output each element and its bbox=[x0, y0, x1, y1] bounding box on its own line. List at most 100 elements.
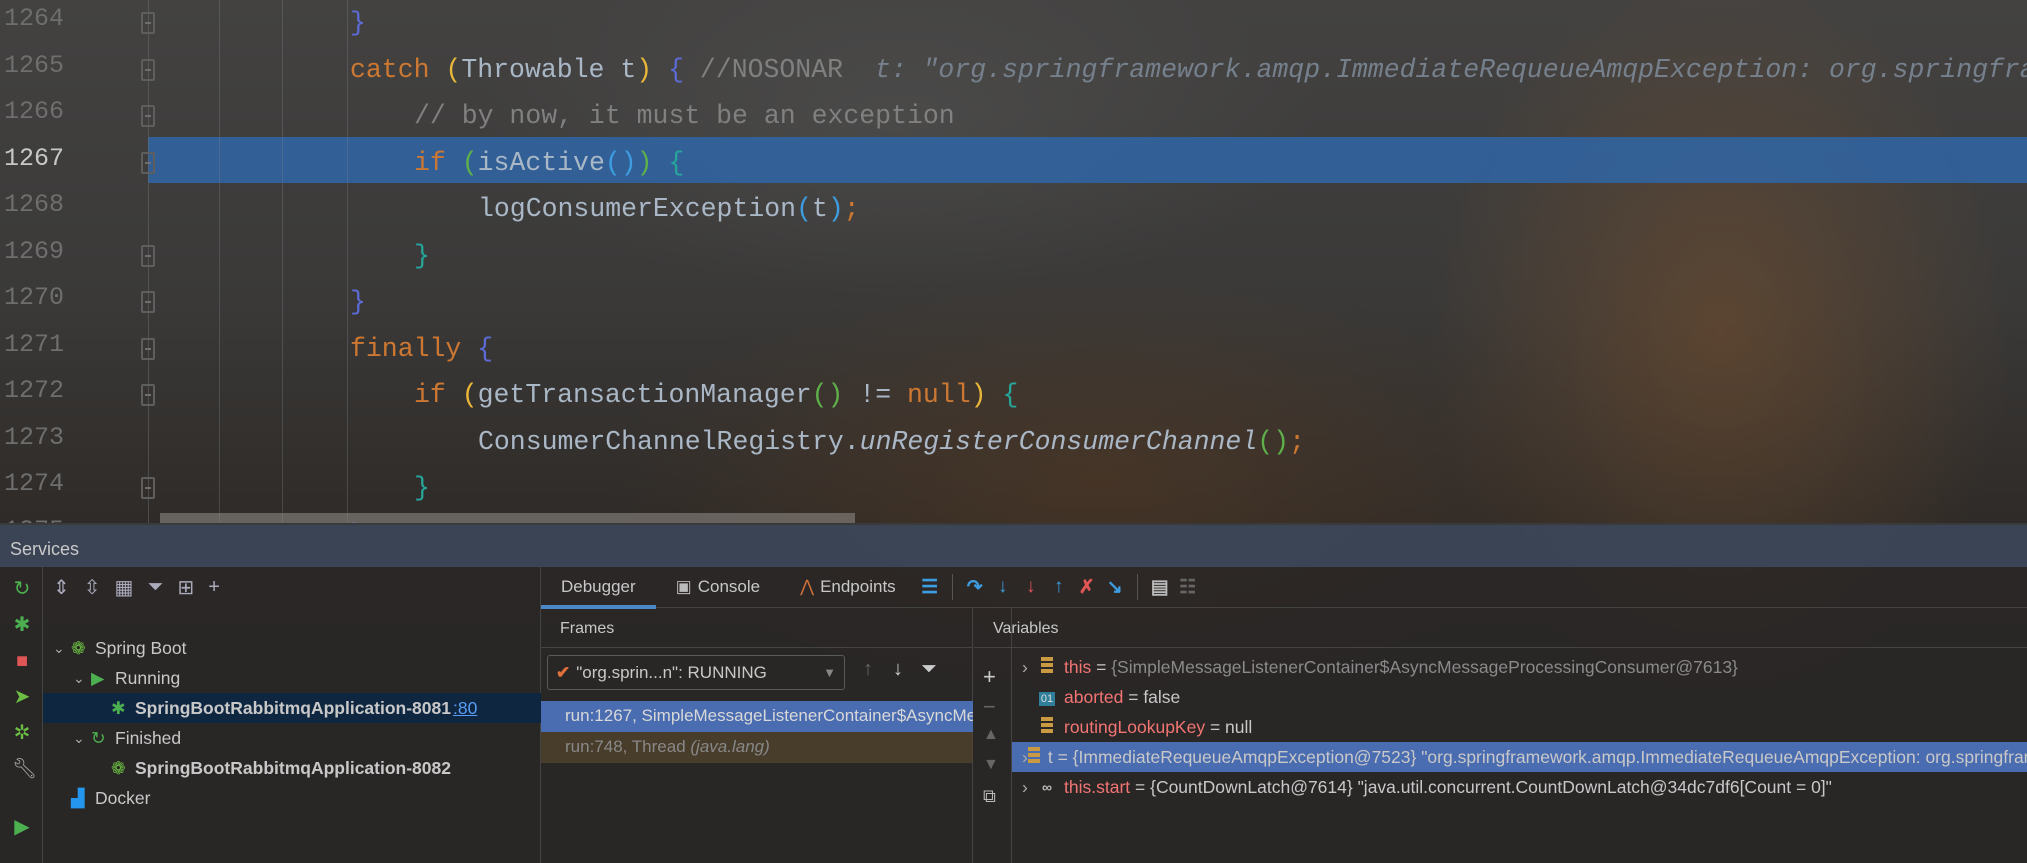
fold-marker-icon[interactable] bbox=[141, 291, 155, 313]
run-spring-icon[interactable]: ➤ bbox=[12, 687, 32, 707]
thread-select[interactable]: ✔ "org.sprin...n": RUNNING ▼ bbox=[547, 655, 845, 690]
code-line: ConsumerChannelRegistry.unRegisterConsum… bbox=[478, 419, 1305, 465]
stop-icon[interactable]: ■ bbox=[12, 651, 32, 671]
force-step-into-icon[interactable]: ↓ bbox=[1017, 576, 1045, 598]
code-token: // by now, it must be an exception bbox=[414, 101, 955, 131]
frame-row[interactable]: run:1267, SimpleMessageListenerContainer… bbox=[541, 701, 973, 732]
add-service-icon[interactable]: + bbox=[208, 576, 220, 599]
fold-marker-icon[interactable] bbox=[141, 477, 155, 499]
tree-item[interactable]: ⌄ ❁ Spring Boot bbox=[43, 633, 541, 663]
trace-icon[interactable]: ☷ bbox=[1174, 576, 1202, 599]
tree-item-label: Docker bbox=[95, 787, 151, 808]
code-token: null bbox=[907, 380, 971, 410]
line-number: 1265 bbox=[4, 50, 65, 80]
code-token: catch bbox=[350, 54, 446, 85]
variable-row[interactable]: › this = {SimpleMessageListenerContainer$… bbox=[1012, 652, 2027, 682]
evaluate-expression-icon[interactable]: ▤ bbox=[1146, 576, 1174, 599]
line-number: 1266 bbox=[4, 97, 65, 126]
chevron-down-icon[interactable]: ⌄ bbox=[53, 640, 71, 657]
expand-all-icon[interactable]: ⇕ bbox=[53, 575, 70, 600]
filter-icon[interactable]: ⏷ bbox=[147, 576, 163, 599]
arrow-up-icon[interactable]: ↑ bbox=[863, 658, 873, 681]
tree-item[interactable]: ⌄ ↻ Finished bbox=[43, 723, 541, 753]
fold-marker-icon[interactable] bbox=[141, 58, 155, 81]
code-editor[interactable]: 1264} 1265 catch (Throwable t) { //NOSONAR… bbox=[0, 0, 2027, 523]
resume-icon[interactable]: ▶ bbox=[12, 817, 32, 837]
variable-row[interactable]: › t = {ImmediateRequeueAmqpException@7523… bbox=[1012, 742, 2027, 772]
variable-value: {SimpleMessageListenerContainer$AsyncMes… bbox=[1111, 656, 1738, 677]
variable-row[interactable]: routingLookupKey = null bbox=[1012, 712, 2027, 742]
frame-text: run:1267, SimpleMessageListenerContainer… bbox=[565, 706, 973, 725]
line-number: 1271 bbox=[4, 329, 65, 359]
variable-row[interactable]: 01 aborted = false bbox=[1012, 682, 2027, 712]
debug-spring-icon[interactable]: ✲ bbox=[12, 723, 32, 743]
port-link[interactable]: :80 bbox=[453, 698, 477, 719]
chevron-right-icon[interactable]: › bbox=[1012, 747, 1028, 768]
services-panel: Services ↻ ✱ ■ ➤ ✲ 🔧︎ ▶ ⇕ ⇳ ▦ ⏷ ⊞ + ⌄ ❁ Sp… bbox=[0, 523, 2027, 863]
rerun-icon[interactable]: ↻ bbox=[12, 579, 32, 599]
layout-icon[interactable]: ☰ bbox=[916, 576, 944, 599]
chevron-down-icon[interactable]: ⌄ bbox=[73, 670, 91, 687]
chevron-down-icon[interactable]: ⌄ bbox=[73, 730, 91, 747]
fold-marker-icon[interactable] bbox=[141, 337, 155, 360]
code-token: isActive bbox=[477, 147, 605, 178]
code-token: ) bbox=[636, 147, 653, 178]
arrow-down-icon[interactable]: ↓ bbox=[893, 658, 903, 681]
run-to-cursor-icon[interactable]: ↘ bbox=[1101, 576, 1129, 599]
tab-endpoints[interactable]: ⋀ Endpoints bbox=[780, 567, 916, 608]
code-token: { bbox=[477, 333, 494, 364]
code-token: t: "org.springframework.amqp.ImmediateRe… bbox=[874, 54, 2027, 85]
line-number: 1269 bbox=[4, 236, 65, 266]
step-into-icon[interactable]: ↓ bbox=[989, 576, 1017, 598]
frame-row[interactable]: run:748, Thread (java.lang) bbox=[541, 732, 973, 763]
code-token: finally bbox=[350, 333, 478, 364]
group-by-icon[interactable]: ▦ bbox=[115, 575, 134, 600]
code-token: unRegisterConsumerChannel bbox=[859, 426, 1258, 457]
chevron-right-icon[interactable]: › bbox=[1012, 657, 1038, 678]
horizontal-scrollbar[interactable] bbox=[160, 513, 855, 523]
fold-marker-icon[interactable] bbox=[141, 384, 155, 406]
fold-marker-icon[interactable] bbox=[141, 244, 155, 267]
variable-row[interactable]: › ∞ this.start = {CountDownLatch@7614} "ja… bbox=[1012, 772, 2027, 802]
equals: = bbox=[1091, 656, 1112, 677]
variable-value: {ImmediateRequeueAmqpException@7523} "or… bbox=[1072, 746, 2027, 767]
rerun-icon: ↻ bbox=[91, 727, 106, 748]
run-icon: ▶ bbox=[91, 667, 105, 688]
variable-value: false bbox=[1143, 686, 1181, 707]
fold-marker-icon[interactable] bbox=[141, 151, 155, 174]
new-tab-icon[interactable]: ⊞ bbox=[177, 575, 194, 600]
tree-toolbar: ⇕ ⇳ ▦ ⏷ ⊞ + bbox=[43, 567, 220, 608]
variable-name: this bbox=[1064, 656, 1092, 677]
tab-debugger[interactable]: Debugger bbox=[541, 567, 656, 609]
line-number: 1267 bbox=[4, 143, 65, 173]
check-icon: ✔ bbox=[556, 662, 571, 682]
fold-marker-icon[interactable] bbox=[141, 105, 155, 127]
tab-console[interactable]: ▣ Console bbox=[656, 567, 780, 608]
line-number: 1275 bbox=[0, 516, 90, 524]
tree-item[interactable]: ✱ SpringBootRabbitmqApplication-8081:80 bbox=[43, 693, 541, 723]
tree-item[interactable]: ❁ SpringBootRabbitmqApplication-8082 bbox=[43, 753, 541, 783]
filter-icon[interactable]: ⏷ bbox=[921, 658, 937, 681]
line-number: 1264 bbox=[4, 4, 65, 33]
tab-label: Debugger bbox=[561, 577, 636, 596]
code-token: != bbox=[843, 380, 908, 410]
collapse-all-icon[interactable]: ⇳ bbox=[84, 575, 101, 600]
debug-bug-icon: ✱ bbox=[111, 697, 126, 718]
console-icon: ▣ bbox=[675, 577, 692, 596]
code-token: if bbox=[414, 380, 462, 410]
wrench-icon[interactable]: 🔧︎ bbox=[12, 759, 37, 779]
equals: = bbox=[1205, 716, 1226, 737]
step-over-icon[interactable]: ↷ bbox=[961, 576, 989, 599]
code-token: ( bbox=[461, 147, 478, 178]
debug-icon[interactable]: ✱ bbox=[12, 615, 32, 635]
variables-panel: Variables › this = {SimpleMessageListener… bbox=[974, 608, 2027, 863]
chevron-right-icon[interactable]: › bbox=[1012, 777, 1038, 798]
step-out-icon[interactable]: ↑ bbox=[1045, 576, 1073, 598]
tree-item[interactable]: ⌄ ▶ Running bbox=[43, 663, 541, 693]
drop-frame-icon[interactable]: ✗ bbox=[1073, 576, 1101, 599]
code-line: logConsumerException(t); bbox=[478, 186, 860, 232]
tree-item[interactable]: ▟ Docker bbox=[43, 783, 541, 813]
fold-marker-icon[interactable] bbox=[141, 12, 155, 34]
code-line: } bbox=[414, 465, 430, 511]
